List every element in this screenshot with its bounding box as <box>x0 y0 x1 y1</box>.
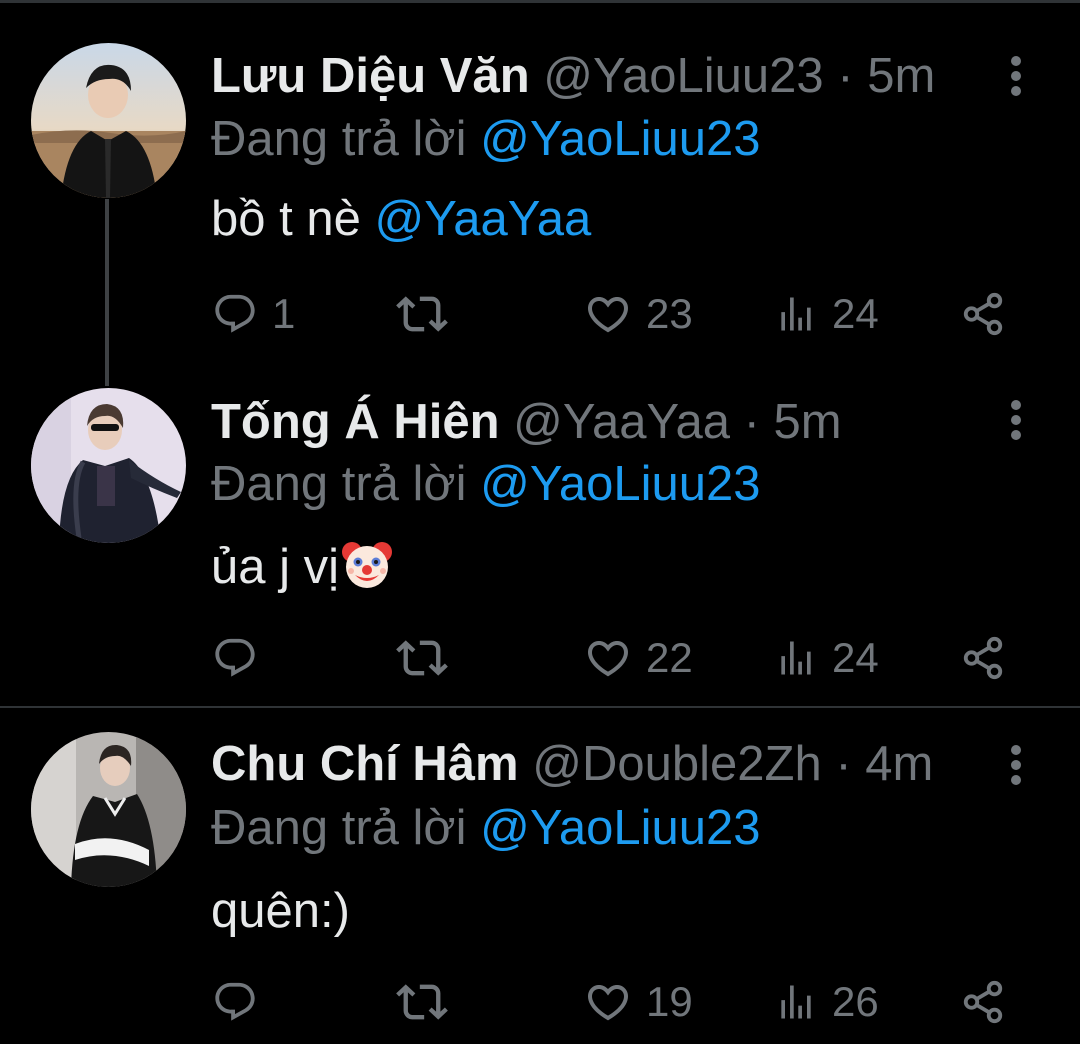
like-button[interactable]: 19 <box>584 972 693 1032</box>
heart-icon <box>587 985 629 1021</box>
replying-mention[interactable]: @YaoLiuu23 <box>480 457 760 511</box>
like-button[interactable]: 22 <box>584 628 693 688</box>
views-button[interactable]: 26 <box>774 972 879 1032</box>
tweet-text-content: ủa j vị <box>211 540 340 594</box>
action-bar: 19 26 <box>0 972 1080 1032</box>
timestamp[interactable]: 5m <box>867 49 935 103</box>
tweet-header: Chu Chí Hâm @Double2Zh · 4m <box>211 736 933 792</box>
separator-dot: · <box>730 395 774 449</box>
display-name[interactable]: Tống Á Hiên <box>211 395 500 449</box>
retweet-button[interactable] <box>396 284 462 344</box>
retweet-button[interactable] <box>396 628 462 688</box>
share-icon <box>963 980 1003 1024</box>
views-icon <box>781 641 811 675</box>
avatar[interactable] <box>31 43 186 198</box>
more-vertical-icon <box>1011 400 1021 440</box>
replying-mention[interactable]: @YaoLiuu23 <box>480 112 760 166</box>
retweet-icon <box>396 984 448 1020</box>
reply-button[interactable] <box>212 972 272 1032</box>
heart-icon <box>587 297 629 333</box>
clown-face-emoji <box>342 542 393 588</box>
more-vertical-icon <box>1011 56 1021 96</box>
replying-label: Đang trả lời <box>211 112 481 166</box>
user-handle[interactable]: @YaaYaa <box>513 395 730 449</box>
display-name[interactable]: Lưu Diệu Văn <box>211 49 530 103</box>
reply-icon <box>215 294 255 333</box>
tweet-2[interactable]: Tống Á Hiên @YaaYaa · 5m Đang trả lời @Y… <box>0 360 1080 708</box>
more-options-button[interactable] <box>1003 390 1029 450</box>
timestamp[interactable]: 5m <box>774 395 842 449</box>
share-button[interactable] <box>960 972 1006 1032</box>
reply-icon <box>215 638 255 677</box>
reply-button[interactable]: 1 <box>212 284 295 344</box>
like-count: 22 <box>646 634 693 681</box>
replying-label: Đang trả lời <box>211 457 481 511</box>
more-vertical-icon <box>1011 745 1021 785</box>
views-button[interactable]: 24 <box>774 628 879 688</box>
action-bar: 1 23 24 <box>0 284 1080 344</box>
tweet-1[interactable]: Lưu Diệu Văn @YaoLiuu23 · 5m Đang trả lờ… <box>0 0 1080 386</box>
share-icon <box>963 636 1003 680</box>
tweet-3[interactable]: Chu Chí Hâm @Double2Zh · 4m Đang trả lời… <box>0 708 1080 1044</box>
separator-dot: · <box>823 49 868 103</box>
like-button[interactable]: 23 <box>584 284 693 344</box>
tweet-text: ủa j vị <box>211 538 393 596</box>
retweet-icon <box>396 296 448 332</box>
views-count: 26 <box>832 978 879 1025</box>
reply-count: 1 <box>272 290 296 337</box>
reply-button[interactable] <box>212 628 272 688</box>
views-button[interactable]: 24 <box>774 284 879 344</box>
avatar[interactable] <box>31 732 186 887</box>
share-icon <box>963 292 1003 336</box>
replying-to: Đang trả lời @YaoLiuu23 <box>211 456 761 512</box>
retweet-button[interactable] <box>396 972 462 1032</box>
avatar[interactable] <box>31 388 186 543</box>
views-icon <box>781 297 811 331</box>
replying-label: Đang trả lời <box>211 801 481 855</box>
more-options-button[interactable] <box>1003 735 1029 795</box>
user-handle[interactable]: @Double2Zh <box>532 737 821 791</box>
retweet-icon <box>396 640 448 676</box>
like-count: 23 <box>646 290 693 337</box>
tweet-text-content: quên:) <box>211 884 350 938</box>
like-count: 19 <box>646 978 693 1025</box>
share-button[interactable] <box>960 284 1006 344</box>
more-options-button[interactable] <box>1003 46 1029 106</box>
tweet-header: Lưu Diệu Văn @YaoLiuu23 · 5m <box>211 48 935 104</box>
replying-mention[interactable]: @YaoLiuu23 <box>480 801 760 855</box>
tweet-text: bồ t nè @YaaYaa <box>211 190 591 248</box>
user-handle[interactable]: @YaoLiuu23 <box>543 49 823 103</box>
share-button[interactable] <box>960 628 1006 688</box>
views-icon <box>781 985 811 1019</box>
heart-icon <box>587 641 629 677</box>
replying-to: Đang trả lời @YaoLiuu23 <box>211 800 761 856</box>
display-name[interactable]: Chu Chí Hâm <box>211 737 519 791</box>
separator-dot: · <box>821 737 866 791</box>
tweet-text-content: bồ t nè <box>211 192 375 246</box>
tweet-mention[interactable]: @YaaYaa <box>374 192 591 246</box>
timestamp[interactable]: 4m <box>865 737 933 791</box>
views-count: 24 <box>832 290 879 337</box>
tweet-text: quên:) <box>211 882 350 940</box>
action-bar: 22 24 <box>0 628 1080 688</box>
replying-to: Đang trả lời @YaoLiuu23 <box>211 111 761 167</box>
tweet-header: Tống Á Hiên @YaaYaa · 5m <box>211 394 842 450</box>
views-count: 24 <box>832 634 879 681</box>
reply-icon <box>215 982 255 1021</box>
